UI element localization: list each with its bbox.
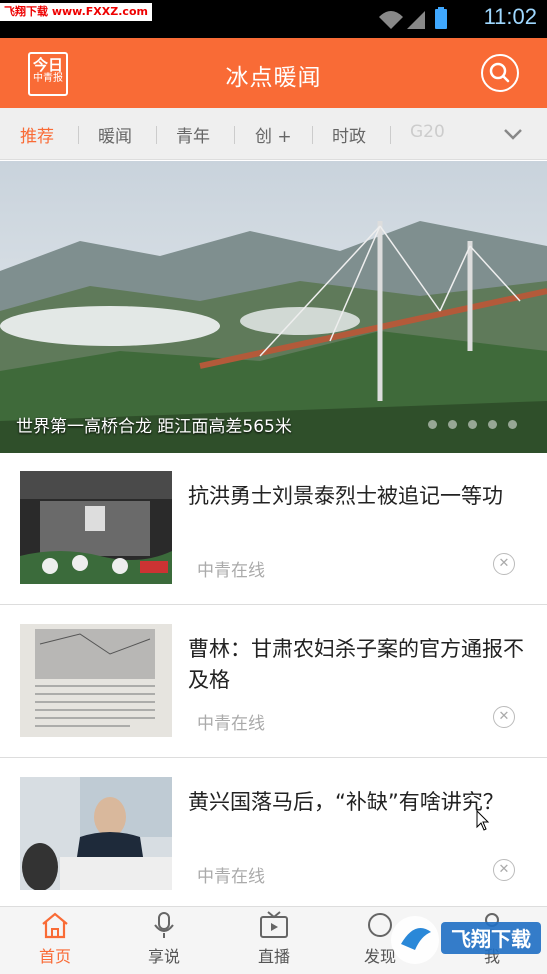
tab-divider [78, 126, 79, 144]
close-icon: ✕ [498, 862, 510, 877]
nav-label: 首页 [38, 947, 71, 966]
status-bar: 飞翔下载 www.FXXZ.com 11:02 [0, 0, 547, 38]
chevron-down-icon[interactable] [501, 122, 525, 146]
news-item[interactable]: 黄兴国落马后，“补缺”有啥讲究？ 中青在线 ✕ [0, 759, 547, 911]
tab-divider [390, 126, 391, 144]
cell-signal-icon [407, 11, 425, 29]
watermark-logo: 飞翔下载 [385, 910, 545, 970]
tab-g20[interactable]: G20 [410, 122, 445, 142]
carousel-indicator [417, 414, 517, 433]
banner-carousel[interactable]: 世界第一高桥合龙 距江面高差565米 [0, 161, 547, 453]
tab-divider [312, 126, 313, 144]
tab-politics[interactable]: 时政 [332, 122, 366, 147]
app-header: 今日 中青报 冰点暖闻 [0, 38, 547, 108]
dismiss-button[interactable]: ✕ [493, 859, 515, 881]
carousel-dot [428, 420, 437, 429]
watermark-text: 飞翔下载 [451, 927, 531, 951]
nav-live[interactable]: 直播 [234, 911, 314, 967]
search-button[interactable] [481, 54, 519, 92]
nav-label: 享说 [147, 947, 180, 966]
news-title: 抗洪勇士刘景泰烈士被追记一等功 [188, 484, 503, 508]
carousel-dot [448, 420, 457, 429]
carousel-dot [488, 420, 497, 429]
news-thumbnail [20, 624, 172, 737]
clock: 11:02 [483, 4, 537, 29]
carousel-dot [508, 420, 517, 429]
news-source: 中青在线 [197, 561, 265, 581]
news-thumbnail [20, 471, 172, 584]
news-source: 中青在线 [197, 714, 265, 734]
dismiss-button[interactable]: ✕ [493, 706, 515, 728]
signal-icons [379, 7, 447, 29]
news-item[interactable]: 曹林：甘肃农妇杀子案的官方通报不及格 中青在线 ✕ [0, 606, 547, 758]
nav-label: 直播 [257, 947, 290, 966]
news-item[interactable]: 抗洪勇士刘景泰烈士被追记一等功 中青在线 ✕ [0, 453, 547, 605]
nav-talk[interactable]: 享说 [124, 911, 204, 967]
watermark-top: 飞翔下载 www.FXXZ.com [0, 3, 152, 21]
battery-icon [435, 9, 447, 29]
banner-image [0, 161, 547, 453]
wifi-icon [379, 11, 403, 29]
nav-home[interactable]: 首页 [15, 911, 95, 967]
category-tabs: 推荐 暖闻 青年 创 + 时政 G20 [0, 108, 547, 160]
microphone-icon [154, 912, 174, 938]
tab-recommend[interactable]: 推荐 [20, 122, 54, 147]
dismiss-button[interactable]: ✕ [493, 553, 515, 575]
tab-divider [234, 126, 235, 144]
search-icon [489, 62, 510, 83]
tab-create[interactable]: 创 + [255, 122, 292, 147]
banner-caption: 世界第一高桥合龙 距江面高差565米 [16, 417, 292, 437]
tab-warm-news[interactable]: 暖闻 [98, 122, 132, 147]
mouse-cursor-icon [476, 810, 490, 831]
close-icon: ✕ [498, 709, 510, 724]
close-icon: ✕ [498, 556, 510, 571]
page-title: 冰点暖闻 [225, 65, 322, 91]
news-title: 曹林：甘肃农妇杀子案的官方通报不及格 [188, 637, 524, 692]
news-thumbnail [20, 777, 172, 890]
tab-youth[interactable]: 青年 [176, 122, 210, 147]
tab-divider [156, 126, 157, 144]
tv-icon [260, 911, 288, 938]
news-source: 中青在线 [197, 867, 265, 887]
carousel-dot [468, 420, 477, 429]
home-icon [42, 912, 68, 939]
